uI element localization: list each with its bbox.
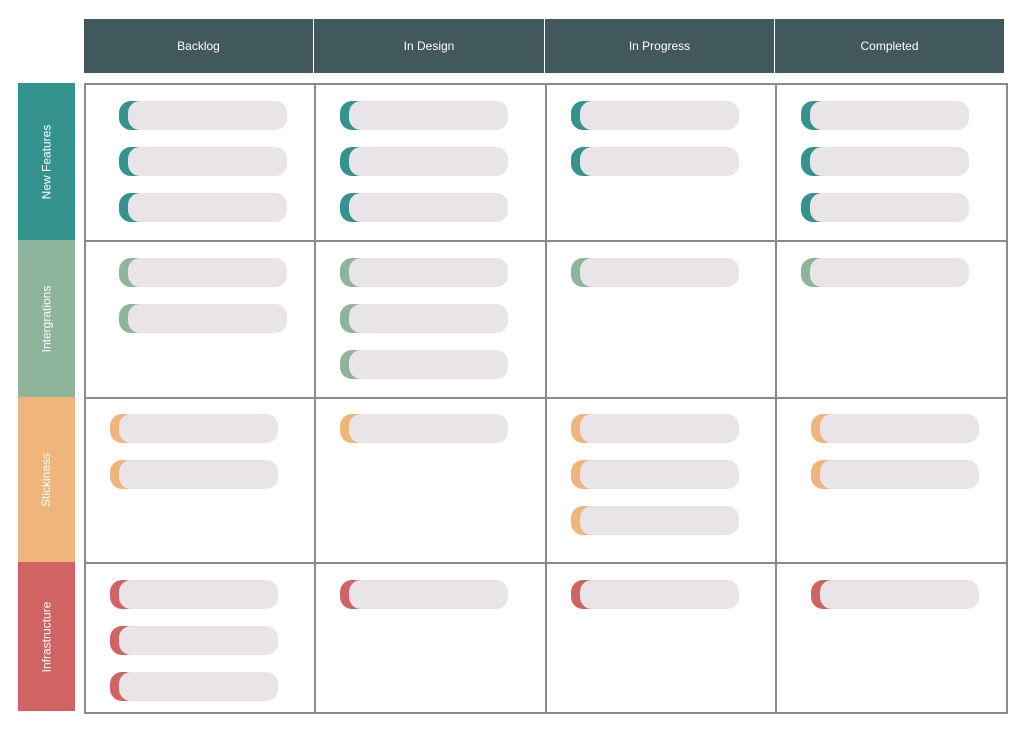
card-body [349,147,508,176]
task-card[interactable] [801,193,969,222]
task-card[interactable] [119,304,287,333]
task-card[interactable] [340,350,508,379]
task-card[interactable] [571,258,739,287]
card-body [580,258,739,287]
card-body [810,258,969,287]
card-body [349,304,508,333]
task-card[interactable] [119,101,287,130]
card-body [820,460,979,489]
task-card[interactable] [110,414,278,443]
card-body [128,258,287,287]
card-body [119,626,278,655]
task-card[interactable] [119,147,287,176]
task-card[interactable] [340,580,508,609]
row-label: Stickiness [18,397,75,562]
task-card[interactable] [571,460,739,489]
card-body [349,414,508,443]
task-card[interactable] [811,580,979,609]
column-header: In Progress [545,19,774,73]
card-body [349,258,508,287]
card-body [810,147,969,176]
row-label: Intergrations [18,240,75,397]
task-card[interactable] [571,580,739,609]
card-body [580,506,739,535]
card-body [820,580,979,609]
card-body [580,460,739,489]
card-body [580,147,739,176]
task-card[interactable] [801,147,969,176]
task-card[interactable] [110,580,278,609]
card-body [349,193,508,222]
row-label: New Features [18,83,75,240]
task-card[interactable] [110,626,278,655]
card-body [820,414,979,443]
task-card[interactable] [110,460,278,489]
row-label-text: Stickiness [39,452,54,507]
task-card[interactable] [119,193,287,222]
card-body [580,414,739,443]
task-card[interactable] [571,506,739,535]
card-body [119,460,278,489]
task-card[interactable] [119,258,287,287]
task-card[interactable] [340,414,508,443]
card-body [128,304,287,333]
card-body [128,193,287,222]
task-card[interactable] [340,193,508,222]
task-card[interactable] [571,101,739,130]
card-body [119,580,278,609]
task-card[interactable] [801,258,969,287]
task-card[interactable] [340,304,508,333]
card-body [119,414,278,443]
row-label: Infrastructure [18,562,75,711]
task-card[interactable] [811,414,979,443]
card-body [119,672,278,701]
task-card[interactable] [571,147,739,176]
task-card[interactable] [110,672,278,701]
card-body [580,580,739,609]
task-card[interactable] [801,101,969,130]
card-body [580,101,739,130]
card-body [349,350,508,379]
task-card[interactable] [811,460,979,489]
column-header: In Design [314,19,544,73]
task-card[interactable] [340,147,508,176]
column-header: Backlog [84,19,313,73]
card-body [349,580,508,609]
row-label-text: New Features [39,124,54,199]
task-card[interactable] [571,414,739,443]
card-body [128,147,287,176]
card-body [810,193,969,222]
task-card[interactable] [340,101,508,130]
card-body [349,101,508,130]
row-label-text: Infrastructure [39,601,54,672]
card-body [810,101,969,130]
task-card[interactable] [340,258,508,287]
column-header: Completed [775,19,1004,73]
card-body [128,101,287,130]
row-label-text: Intergrations [39,285,54,352]
